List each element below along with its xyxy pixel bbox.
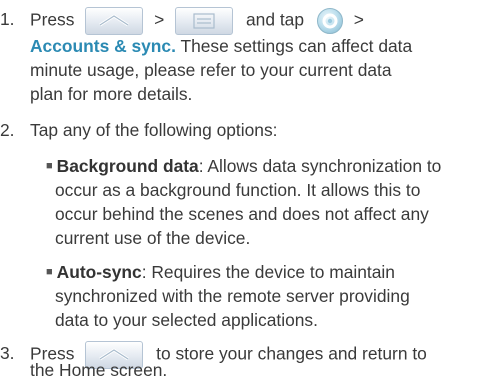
option-background-data-line-2-text: occur as a background function. It allow… — [55, 180, 421, 200]
step-1-number: 1. — [0, 9, 15, 29]
step-3-line-1-text: to store your changes and return to — [156, 343, 427, 364]
step-2-number: 2. — [0, 120, 15, 140]
bullet-icon: ■ — [46, 266, 53, 278]
step-1-line-4-text: plan for more details. — [30, 84, 193, 104]
bullet-icon: ■ — [46, 160, 53, 172]
option-background-data-line-4-text: current use of the device. — [55, 228, 251, 248]
option-auto-sync-line-1-text: : Requires the device to maintain — [141, 262, 395, 282]
step-3-line-2-text: the Home screen. — [30, 360, 168, 380]
step-1-separator-1: > — [154, 9, 165, 30]
step-3-number: 3. — [0, 343, 15, 363]
menu-icon — [175, 7, 234, 35]
option-auto-sync-line-2-text: synchronized with the remote server prov… — [55, 286, 410, 306]
accounts-sync-link: Accounts & sync. — [30, 36, 176, 56]
settings-icon — [316, 8, 343, 34]
step-1-separator-2: > — [353, 9, 364, 30]
step-1-line-3-text: minute usage, please refer to your curre… — [30, 60, 392, 80]
option-background-data-line-3-text: occur behind the scenes and does not aff… — [55, 204, 429, 224]
step-2-text: Tap any of the following options: — [30, 120, 278, 140]
home-icon — [85, 7, 144, 35]
option-auto-sync-line-3-text: data to your selected applications. — [55, 310, 318, 330]
step-1-and-tap-text: and tap — [245, 9, 305, 30]
option-background-data-line-1-text: : Allows data synchronization to — [198, 156, 442, 176]
option-background-data-label: Background data — [56, 156, 199, 176]
option-auto-sync-label: Auto-sync — [56, 262, 142, 282]
step-1-press-text: Press — [30, 9, 75, 30]
step-1-line-2-text: These settings can affect data — [180, 36, 413, 56]
